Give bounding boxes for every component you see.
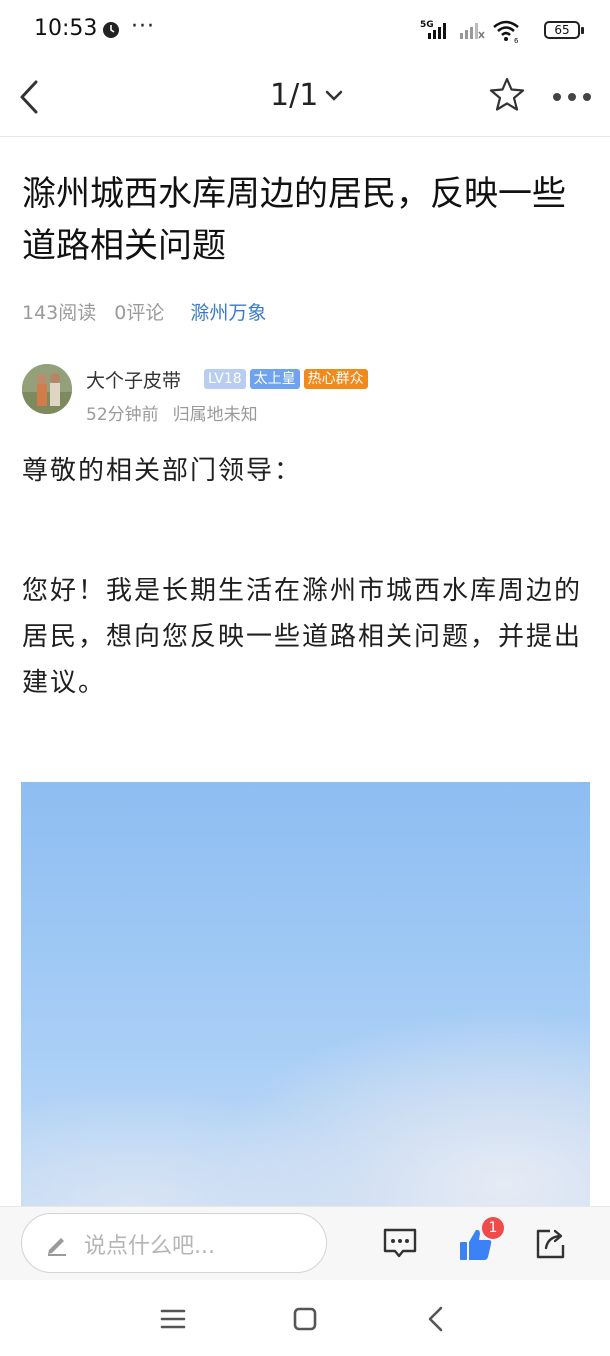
svg-text:5G: 5G xyxy=(420,20,434,30)
header-bar: 1/1 xyxy=(0,58,610,137)
svg-text:6: 6 xyxy=(514,37,519,44)
system-nav-bar xyxy=(0,1280,610,1356)
menu-button[interactable] xyxy=(156,1302,190,1336)
topic-link[interactable]: 滁州万象 xyxy=(190,298,266,325)
comment-bar: 说点什么吧... 1 xyxy=(0,1206,610,1281)
role-badge: 太上皇 xyxy=(249,369,300,389)
status-icons: 5G 6 65 xyxy=(420,18,584,44)
comment-count: 0评论 xyxy=(114,302,165,324)
comment-button[interactable] xyxy=(380,1223,420,1263)
like-count-badge: 1 xyxy=(482,1217,504,1239)
post-time: 52分钟前 xyxy=(86,405,159,425)
read-count: 143阅读 xyxy=(22,302,97,324)
paragraph: 您好！我是长期生活在滁州市城西水库周边的居民，想向您反映一些道路相关问题，并提出… xyxy=(22,576,583,698)
share-button[interactable] xyxy=(530,1223,570,1263)
clock-icon xyxy=(103,22,119,38)
author-subline: 52分钟前 归属地未知 xyxy=(86,400,258,425)
signal-weak-icon xyxy=(460,23,485,39)
comment-input[interactable]: 说点什么吧... xyxy=(21,1213,327,1273)
signal-5g-icon: 5G xyxy=(420,20,446,39)
pen-icon xyxy=(48,1238,66,1256)
chevron-down-icon xyxy=(326,90,343,101)
status-bar: 10:53 ··· 5G 6 65 xyxy=(0,0,610,58)
like-button[interactable]: 1 xyxy=(456,1217,506,1271)
author-name[interactable]: 大个子皮带 xyxy=(86,366,181,393)
tag-badge: 热心群众 xyxy=(303,369,368,389)
back-nav-button[interactable] xyxy=(420,1302,454,1336)
avatar-image xyxy=(22,364,72,414)
comment-placeholder: 说点什么吧... xyxy=(84,1234,215,1259)
battery-icon: 65 xyxy=(544,21,584,39)
more-button[interactable] xyxy=(552,92,592,102)
paragraph: 尊敬的相关部门领导： xyxy=(22,456,303,486)
avatar[interactable] xyxy=(22,364,72,414)
status-time: 10:53 xyxy=(34,16,98,41)
screen: 10:53 ··· 5G 6 65 1/1 滁州城西水库周边的居民，反映一些道路… xyxy=(0,0,610,1356)
post-location: 归属地未知 xyxy=(172,405,258,425)
wifi-icon: 6 xyxy=(493,20,519,44)
page-indicator: 1/1 xyxy=(270,78,319,113)
page-selector[interactable]: 1/1 xyxy=(270,78,344,113)
article-image[interactable] xyxy=(21,782,590,1206)
level-badge: LV18 xyxy=(204,369,246,389)
article-meta: 143阅读 0评论 滁州万象 xyxy=(22,298,266,325)
article-title: 滁州城西水库周边的居民，反映一些道路相关问题 xyxy=(22,174,566,266)
back-button[interactable] xyxy=(14,76,46,118)
author-badges: LV18 太上皇 热心群众 xyxy=(204,369,368,389)
author-block: 大个子皮带 LV18 太上皇 热心群众 52分钟前 归属地未知 xyxy=(22,364,592,425)
status-more: ··· xyxy=(131,14,155,39)
home-button[interactable] xyxy=(288,1302,322,1336)
favorite-button[interactable] xyxy=(488,76,526,114)
